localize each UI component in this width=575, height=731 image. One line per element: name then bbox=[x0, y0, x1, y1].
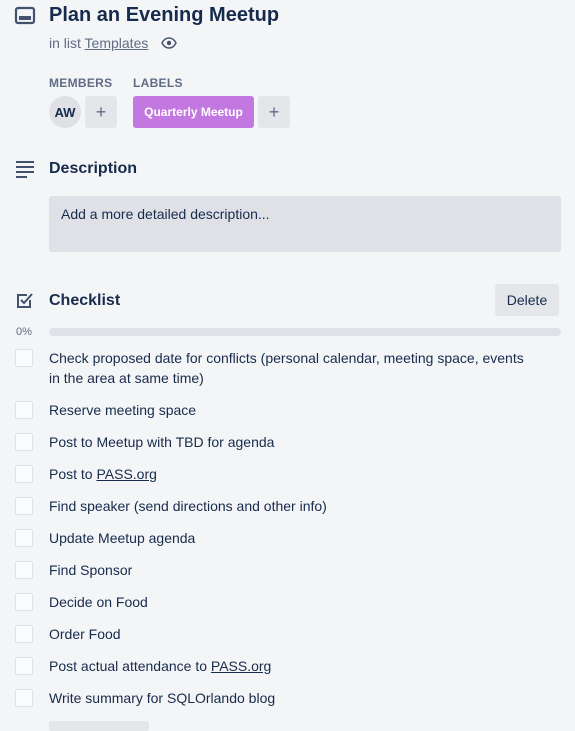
label-chip[interactable]: Quarterly Meetup bbox=[133, 96, 254, 128]
description-icon bbox=[15, 160, 35, 178]
checklist-item-text[interactable]: Post to Meetup with TBD for agenda bbox=[49, 432, 529, 452]
checkbox[interactable] bbox=[15, 433, 33, 451]
checklist-item-text[interactable]: Decide on Food bbox=[49, 592, 529, 612]
checkbox[interactable] bbox=[15, 625, 33, 643]
card-list-info: in list Templates bbox=[49, 35, 148, 51]
checklist-item-text-prefix: Post to bbox=[49, 466, 97, 482]
card-icon bbox=[14, 6, 36, 26]
pass-org-link[interactable]: PASS.org bbox=[96, 466, 156, 482]
checklist-item-text[interactable]: Reserve meeting space bbox=[49, 400, 529, 420]
in-list-prefix: in list bbox=[49, 35, 81, 51]
description-title: Description bbox=[49, 160, 138, 177]
checklist-item-text-prefix: Post actual attendance to bbox=[49, 658, 211, 674]
checklist-item-text[interactable]: Post to PASS.org bbox=[49, 464, 529, 484]
delete-checklist-button[interactable]: Delete bbox=[495, 284, 559, 316]
checkbox[interactable] bbox=[15, 465, 33, 483]
checkbox[interactable] bbox=[15, 497, 33, 515]
checklist-item-text[interactable]: Check proposed date for conflicts (perso… bbox=[49, 348, 524, 388]
add-label-button[interactable]: + bbox=[258, 96, 290, 128]
add-item-button[interactable] bbox=[49, 721, 149, 731]
checklist-item-text[interactable]: Update Meetup agenda bbox=[49, 528, 529, 548]
members-heading: MEMBERS bbox=[49, 76, 113, 90]
description-field[interactable]: Add a more detailed description... bbox=[49, 196, 561, 252]
checklist-item-text[interactable]: Write summary for SQLOrlando blog bbox=[49, 688, 529, 708]
checklist-item-text[interactable]: Order Food bbox=[49, 624, 529, 644]
checkbox[interactable] bbox=[15, 561, 33, 579]
checkbox[interactable] bbox=[15, 689, 33, 707]
add-member-button[interactable]: + bbox=[85, 96, 117, 128]
checkbox[interactable] bbox=[15, 657, 33, 675]
checkbox[interactable] bbox=[15, 529, 33, 547]
labels-heading: LABELS bbox=[133, 76, 183, 90]
card-title[interactable]: Plan an Evening Meetup bbox=[49, 4, 279, 27]
checklist-progress-bar bbox=[49, 328, 561, 336]
checklist-title: Checklist bbox=[49, 292, 121, 309]
checklist-item-text[interactable]: Find Sponsor bbox=[49, 560, 529, 580]
checkbox[interactable] bbox=[15, 593, 33, 611]
checkbox[interactable] bbox=[15, 349, 33, 367]
eye-icon[interactable] bbox=[161, 35, 177, 51]
member-avatar[interactable]: AW bbox=[49, 96, 81, 128]
checklist-item-text[interactable]: Post actual attendance to PASS.org bbox=[49, 656, 529, 676]
checklist-progress-percent: 0% bbox=[16, 326, 32, 338]
checklist-item-text[interactable]: Find speaker (send directions and other … bbox=[49, 496, 529, 516]
checkbox[interactable] bbox=[15, 401, 33, 419]
checklist-icon bbox=[15, 291, 35, 311]
list-link[interactable]: Templates bbox=[85, 35, 149, 51]
pass-org-link[interactable]: PASS.org bbox=[211, 658, 271, 674]
